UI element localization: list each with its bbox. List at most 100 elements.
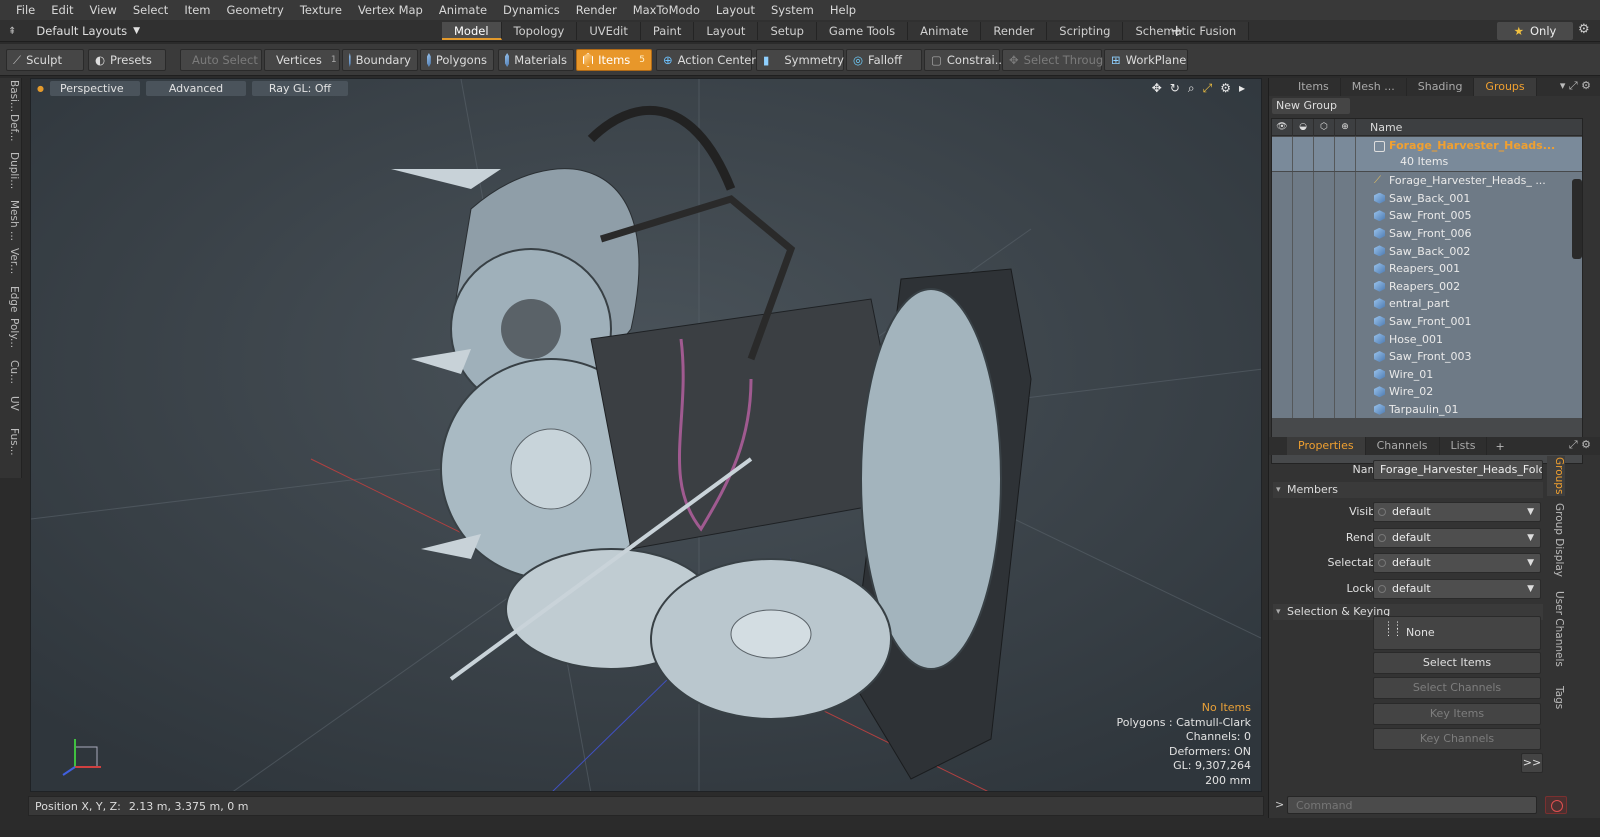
rotate-icon[interactable]: ↻ bbox=[1170, 81, 1180, 96]
group-member-row[interactable]: Saw_Front_003 bbox=[1272, 348, 1582, 366]
group-member-row[interactable]: Reapers_001 bbox=[1272, 260, 1582, 278]
menu-edit[interactable]: Edit bbox=[43, 0, 81, 20]
only-toggle-button[interactable]: ★ Only bbox=[1497, 22, 1573, 40]
group-member-row[interactable]: entral_part bbox=[1272, 295, 1582, 313]
polygons-button[interactable]: Polygons bbox=[420, 49, 494, 71]
menu-system[interactable]: System bbox=[763, 0, 822, 20]
layout-tab-layout[interactable]: Layout bbox=[694, 22, 759, 40]
layout-tab-schematic-fusion[interactable]: Schematic Fusion bbox=[1123, 22, 1250, 40]
menu-dynamics[interactable]: Dynamics bbox=[495, 0, 568, 20]
menu-file[interactable]: File bbox=[8, 0, 43, 20]
falloff-button[interactable]: ◎ Falloff bbox=[846, 49, 922, 71]
advanced-shading-button[interactable]: Advanced bbox=[145, 80, 246, 96]
group-list-scrollbar[interactable] bbox=[1572, 179, 1582, 259]
menu-animate[interactable]: Animate bbox=[431, 0, 495, 20]
select-channels-button[interactable]: Select Channels bbox=[1373, 677, 1541, 699]
key-items-button[interactable]: Key Items bbox=[1373, 703, 1541, 725]
left-tab-7[interactable]: Cu... bbox=[2, 360, 20, 384]
select-items-button[interactable]: Select Items bbox=[1373, 652, 1541, 674]
panel-tab-mesh[interactable]: Mesh ... bbox=[1341, 78, 1407, 96]
layout-tab-render[interactable]: Render bbox=[981, 22, 1048, 40]
sculpt-button[interactable]: ⟋ Sculpt bbox=[6, 49, 84, 71]
viewport-menu-dot-icon[interactable]: ● bbox=[37, 84, 44, 93]
properties-tab-channels[interactable]: Channels bbox=[1366, 437, 1440, 455]
viewport-gear-icon[interactable]: ⚙ bbox=[1220, 81, 1231, 96]
left-tab-4[interactable]: Ver... bbox=[2, 248, 20, 274]
layout-tab-topology[interactable]: Topology bbox=[501, 22, 578, 40]
group-member-row[interactable]: Wire_01 bbox=[1272, 365, 1582, 384]
group-member-row[interactable]: Hose_001 bbox=[1272, 330, 1582, 348]
group-row[interactable]: Forage_Harvester_Heads... 40 Items bbox=[1272, 137, 1582, 171]
pan-icon[interactable]: ✥ bbox=[1152, 81, 1162, 96]
render-dropdown[interactable]: default ▼ bbox=[1373, 528, 1541, 548]
items-button[interactable]: Items 5 bbox=[576, 49, 652, 71]
add-layout-plus-icon[interactable]: + bbox=[1170, 21, 1183, 40]
visible-dropdown[interactable]: default ▼ bbox=[1373, 502, 1541, 522]
key-channels-button[interactable]: Key Channels bbox=[1373, 728, 1541, 750]
layout-tab-model[interactable]: Model bbox=[442, 22, 502, 40]
zoom-icon[interactable]: ⌕ bbox=[1188, 81, 1195, 96]
raygl-toggle-button[interactable]: Ray GL: Off bbox=[251, 80, 348, 96]
side-tab-tags[interactable]: Tags bbox=[1547, 678, 1565, 718]
menu-item[interactable]: Item bbox=[176, 0, 218, 20]
menu-render[interactable]: Render bbox=[568, 0, 625, 20]
menu-maxtomodo[interactable]: MaxToModo bbox=[625, 0, 708, 20]
panel-tab-shading[interactable]: Shading bbox=[1407, 78, 1475, 96]
side-tab-group-display[interactable]: Group Display bbox=[1547, 500, 1565, 580]
name-column-header[interactable]: Name bbox=[1356, 121, 1402, 134]
menu-help[interactable]: Help bbox=[822, 0, 864, 20]
keying-none-button[interactable]: ⋮⋮ ⋮⋮ None bbox=[1373, 616, 1541, 650]
command-input[interactable] bbox=[1287, 796, 1537, 814]
layout-tab-game-tools[interactable]: Game Tools bbox=[816, 22, 909, 40]
materials-button[interactable]: Materials bbox=[498, 49, 574, 71]
layout-tab-paint[interactable]: Paint bbox=[640, 22, 695, 40]
maximize-icon[interactable]: ⤢ bbox=[1203, 81, 1213, 96]
presets-button[interactable]: ◐ Presets bbox=[88, 49, 166, 71]
add-tab-plus-icon[interactable]: + bbox=[1495, 440, 1504, 453]
panel-tab-items[interactable]: Items bbox=[1287, 78, 1341, 96]
render-icon[interactable]: ◒ bbox=[1293, 119, 1314, 136]
left-tab-8[interactable]: UV bbox=[2, 396, 20, 411]
layout-tab-setup[interactable]: Setup bbox=[758, 22, 817, 40]
name-field[interactable]: Forage_Harvester_Heads_Folded bbox=[1373, 460, 1543, 480]
properties-options-icon[interactable]: ⤢ ⚙ bbox=[1569, 438, 1591, 452]
menu-layout[interactable]: Layout bbox=[708, 0, 763, 20]
layout-tab-animate[interactable]: Animate bbox=[908, 22, 982, 40]
group-member-row[interactable]: Saw_Front_006 bbox=[1272, 224, 1582, 243]
group-member-row[interactable]: Saw_Back_002 bbox=[1272, 242, 1582, 260]
group-member-row[interactable]: Saw_Back_001 bbox=[1272, 189, 1582, 208]
select-through-button[interactable]: ✥ Select Through bbox=[1002, 49, 1110, 71]
members-section[interactable]: Members bbox=[1273, 482, 1543, 498]
side-tab-user-channels[interactable]: User Channels bbox=[1547, 584, 1565, 674]
layout-selector[interactable]: ⇞ Default Layouts ▼ bbox=[8, 22, 140, 40]
action-center-button[interactable]: ⊕ Action Center bbox=[656, 49, 756, 71]
group-member-row[interactable]: Wire_02 bbox=[1272, 383, 1582, 401]
menu-select[interactable]: Select bbox=[125, 0, 176, 20]
new-group-button[interactable]: New Group bbox=[1272, 98, 1350, 114]
vertices-button[interactable]: Vertices 1 bbox=[264, 49, 340, 71]
auto-select-button[interactable]: Auto Select bbox=[180, 49, 262, 71]
properties-tab-lists[interactable]: Lists bbox=[1440, 437, 1488, 455]
menu-vertex-map[interactable]: Vertex Map bbox=[350, 0, 431, 20]
gear-icon[interactable]: ⚙ bbox=[1578, 22, 1590, 37]
left-tab-9[interactable]: Fus... bbox=[2, 428, 20, 456]
menu-geometry[interactable]: Geometry bbox=[219, 0, 292, 20]
panel-tabs-options-icon[interactable]: ▾ ⤢ ⚙ bbox=[1560, 79, 1591, 93]
layout-tab-uvedit[interactable]: UVEdit bbox=[577, 22, 641, 40]
group-member-row[interactable]: Reapers_002 bbox=[1272, 277, 1582, 296]
play-arrow-icon[interactable]: ▸ bbox=[1239, 81, 1245, 96]
left-tab-6[interactable]: Poly... bbox=[2, 318, 20, 348]
group-member-row[interactable]: Saw_Front_005 bbox=[1272, 207, 1582, 225]
boundary-button[interactable]: Boundary bbox=[342, 49, 418, 71]
record-icon[interactable] bbox=[1545, 796, 1567, 814]
menu-view[interactable]: View bbox=[82, 0, 125, 20]
select-cube-icon[interactable]: ⬡ bbox=[1314, 119, 1335, 136]
perspective-view-button[interactable]: Perspective bbox=[49, 80, 140, 96]
viewport-scene[interactable] bbox=[31, 79, 1262, 792]
selectable-dropdown[interactable]: default ▼ bbox=[1373, 553, 1541, 573]
group-member-row[interactable]: Saw_Front_001 bbox=[1272, 312, 1582, 331]
symmetry-button[interactable]: ▮ Symmetry bbox=[756, 49, 844, 71]
3d-viewport[interactable]: ● Perspective Advanced Ray GL: Off ✥ ↻ ⌕… bbox=[30, 78, 1262, 792]
more-button[interactable]: >> bbox=[1521, 753, 1543, 773]
group-member-row[interactable]: ⟋ Forage_Harvester_Heads_ ... bbox=[1272, 172, 1582, 190]
